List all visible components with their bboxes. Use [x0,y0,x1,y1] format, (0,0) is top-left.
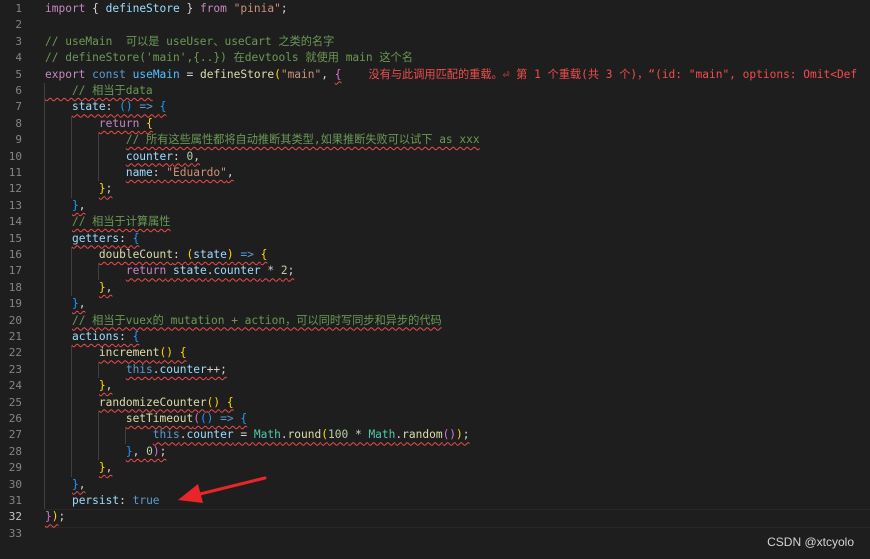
indent-guide [125,427,126,444]
arrow-head [178,484,203,503]
indent-guide [71,345,72,477]
indent-guide [98,132,99,182]
watermark: CSDN @xtcyolo [767,535,854,549]
indent-guide [98,411,99,461]
indent-guide [98,361,99,379]
indent-guide [98,263,99,280]
indent-guide [71,115,72,198]
code-editor[interactable]: 1 2 3 4 5 6 7 8 9 10 11 12 13 14 15 16 17 18 19 20 21 22 23 24 2… [0,0,870,559]
red-arrow-annotation [178,476,267,503]
arrow-shaft [194,476,267,497]
indent-guide [71,247,72,297]
indent-guide [44,83,45,510]
